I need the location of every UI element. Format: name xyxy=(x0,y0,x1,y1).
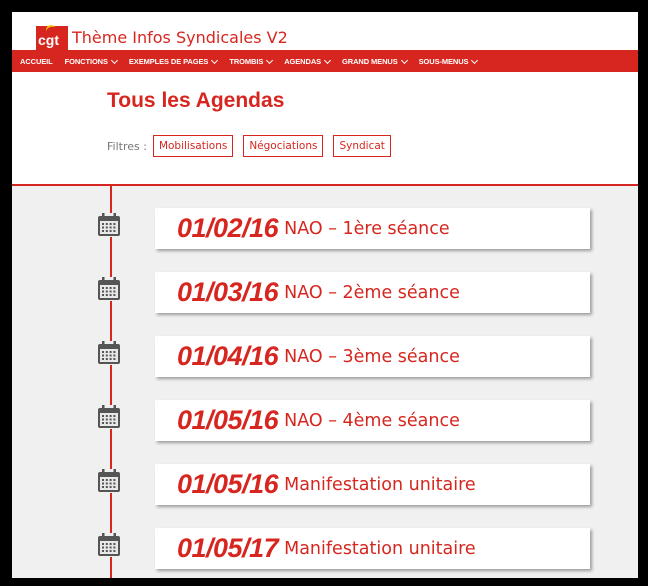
nav-item-label: AGENDAS xyxy=(284,56,322,66)
calendar-icon xyxy=(96,276,122,302)
chevron-down-icon xyxy=(400,56,408,64)
calendar-icon xyxy=(96,468,122,494)
filter-button-2[interactable]: Négociations xyxy=(243,135,324,157)
calendar-icon xyxy=(96,212,122,238)
browser-viewport: cgt Thème Infos Syndicales V2 ACCUEIL FON… xyxy=(12,12,638,578)
agenda-item[interactable]: 01/03/16 NAO – 2ème séance xyxy=(155,272,590,313)
nav-item-agendas[interactable]: AGENDAS xyxy=(284,56,332,66)
logo-text: cgt xyxy=(38,32,59,48)
agenda-item[interactable]: 01/04/16 NAO – 3ème séance xyxy=(155,336,590,377)
nav-item-label: EXEMPLES DE PAGES xyxy=(128,56,209,66)
site-title[interactable]: Thème Infos Syndicales V2 xyxy=(68,26,288,50)
nav-item-sous-menus[interactable]: SOUS-MENUS xyxy=(418,56,479,66)
agenda-item[interactable]: 01/05/16 NAO – 4ème séance xyxy=(155,400,590,441)
nav-item-label: GRAND MENUS xyxy=(342,56,398,66)
nav-item-trombis[interactable]: TROMBIS xyxy=(229,56,274,66)
site-header: cgt Thème Infos Syndicales V2 xyxy=(12,12,638,50)
nav-item-accueil[interactable]: ACCUEIL xyxy=(20,57,53,66)
chevron-down-icon xyxy=(110,56,118,64)
timeline-line xyxy=(110,186,112,578)
agenda-title: Manifestation unitaire xyxy=(284,538,476,559)
nav-item-exemples-de-pages[interactable]: EXEMPLES DE PAGES xyxy=(128,56,219,66)
calendar-icon xyxy=(96,404,122,430)
page-title: Tous les Agendas xyxy=(107,89,285,112)
main-navigation: ACCUEIL FONCTIONS EXEMPLES DE PAGES TROMBIS… xyxy=(12,50,638,72)
agenda-date: 01/05/16 xyxy=(177,469,279,499)
nav-item-label: SOUS-MENUS xyxy=(418,56,469,66)
agenda-title: NAO – 2ème séance xyxy=(284,282,460,303)
filter-button-1[interactable]: Mobilisations xyxy=(152,135,234,157)
agenda-date: 01/02/16 xyxy=(177,213,279,243)
calendar-icon xyxy=(96,532,122,558)
agenda-title: NAO – 1ère séance xyxy=(284,218,450,239)
agenda-date: 01/04/16 xyxy=(177,341,279,371)
nav-item-label: ACCUEIL xyxy=(20,56,53,66)
cgt-logo[interactable]: cgt xyxy=(36,23,68,50)
agenda-date: 01/05/16 xyxy=(177,405,279,435)
filter-button-3[interactable]: Syndicat xyxy=(333,135,391,157)
agenda-item[interactable]: 01/02/16 NAO – 1ère séance xyxy=(155,208,590,249)
agenda-date: 01/03/16 xyxy=(177,277,279,307)
agenda-date: 01/05/17 xyxy=(177,533,279,563)
nav-item-label: TROMBIS xyxy=(229,56,264,66)
chevron-down-icon xyxy=(324,56,332,64)
filter-bar: Filtres : Mobilisations Négociations Syndi… xyxy=(107,135,401,157)
filters-label: Filtres : xyxy=(107,139,147,153)
page-header: Tous les Agendas Filtres : Mobilisations… xyxy=(12,72,638,184)
agenda-list: 01/02/16 NAO – 1ère séance 01/03/16 NAO – 2… xyxy=(12,186,638,578)
agenda-item[interactable]: 01/05/17 Manifestation unitaire xyxy=(155,528,590,569)
chevron-down-icon xyxy=(211,56,219,64)
calendar-icon xyxy=(96,340,122,366)
nav-item-label: FONCTIONS xyxy=(64,56,108,66)
agenda-item[interactable]: 01/05/16 Manifestation unitaire xyxy=(155,464,590,505)
chevron-down-icon xyxy=(471,56,479,64)
chevron-down-icon xyxy=(266,56,274,64)
agenda-title: NAO – 4ème séance xyxy=(284,410,460,431)
nav-item-grand-menus[interactable]: GRAND MENUS xyxy=(342,56,408,66)
agenda-title: Manifestation unitaire xyxy=(284,474,476,495)
nav-item-fonctions[interactable]: FONCTIONS xyxy=(64,56,118,66)
agenda-title: NAO – 3ème séance xyxy=(284,346,460,367)
